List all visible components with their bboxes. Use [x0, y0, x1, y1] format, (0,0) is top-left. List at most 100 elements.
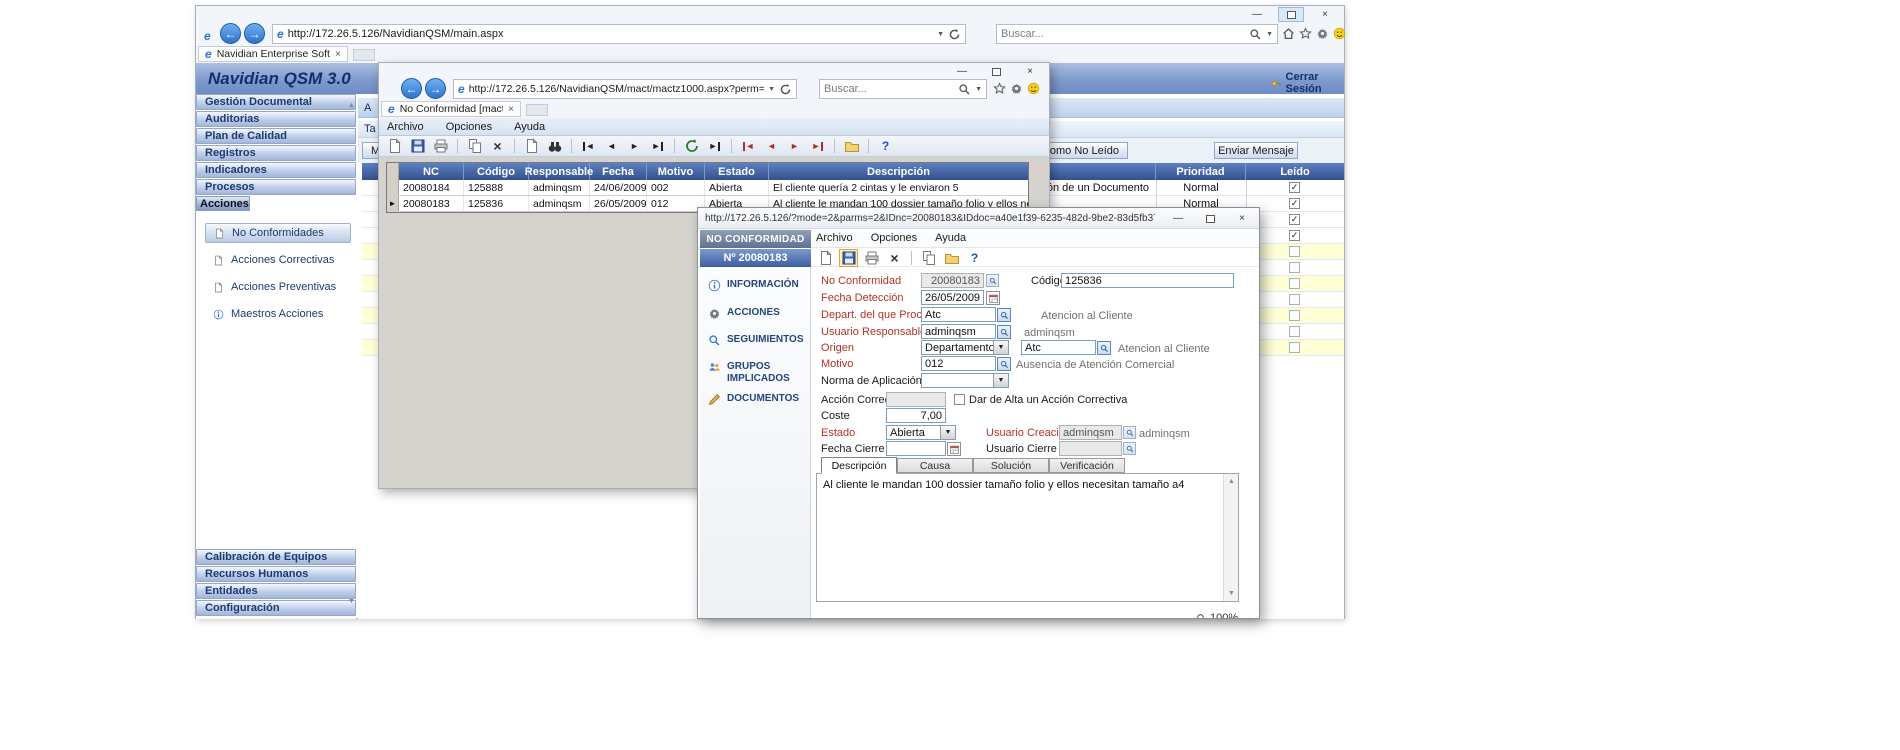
menu-opciones[interactable]: Opciones	[446, 121, 492, 133]
save-button[interactable]	[839, 249, 858, 267]
dropdown-icon[interactable]: ▼	[993, 374, 1008, 387]
textarea-scrollbar[interactable]: ▲ ▼	[1223, 474, 1238, 601]
find-button[interactable]	[545, 137, 564, 155]
menu-ayuda[interactable]: Ayuda	[514, 121, 545, 133]
user-lookup-icon[interactable]	[1123, 442, 1136, 455]
tab-verificacion[interactable]: Verificación	[1049, 458, 1125, 473]
logout-button[interactable]: Cerrar Sesión	[1271, 71, 1344, 95]
refresh-button[interactable]	[682, 137, 701, 155]
column-leido[interactable]: Leído	[1246, 163, 1344, 180]
menu-opciones[interactable]: Opciones	[871, 232, 917, 244]
user-lookup-icon[interactable]	[1123, 426, 1136, 439]
minimize-button[interactable]: —	[1244, 7, 1270, 22]
accion-correctiva-field[interactable]	[886, 392, 946, 407]
new-tab-button[interactable]	[526, 104, 548, 116]
sidebar-item-gestion-documental[interactable]: Gestión Documental	[196, 94, 356, 110]
search-icon[interactable]	[958, 83, 971, 96]
browser-tab[interactable]: e Navidian Enterprise Softwar... ×	[198, 46, 348, 62]
nav-item-acciones[interactable]: ACCIONES	[708, 307, 801, 320]
coste-field[interactable]: 7,00	[886, 408, 946, 423]
calendar-icon[interactable]	[947, 442, 961, 456]
url-dropdown-icon[interactable]: ▼	[768, 86, 775, 93]
tab-solucion[interactable]: Solución	[973, 458, 1049, 473]
sidebar-item-indicadores[interactable]: Indicadores	[196, 162, 356, 178]
feedback-smiley-icon[interactable]	[1027, 82, 1040, 95]
nav-item-informacion[interactable]: INFORMACIÓN	[708, 279, 801, 292]
scroll-up-icon[interactable]: ▲	[1224, 474, 1239, 489]
read-checkbox[interactable]: ✓	[1289, 182, 1300, 193]
no-conformidad-field[interactable]: 20080183	[921, 273, 984, 288]
alta-accion-checkbox[interactable]	[954, 394, 965, 405]
feedback-smiley-icon[interactable]	[1333, 27, 1346, 40]
prev-record-button[interactable]: ◄	[602, 137, 621, 155]
forward-button[interactable]: →	[244, 23, 265, 44]
sidebar-subitem-acciones-preventivas[interactable]: Acciones Preventivas	[205, 277, 351, 297]
print-button[interactable]	[431, 137, 450, 155]
sidebar-item-calibracion[interactable]: Calibración de Equipos	[196, 549, 356, 565]
nav-item-documentos[interactable]: DOCUMENTOS	[708, 393, 801, 406]
url-dropdown-icon[interactable]: ▼	[937, 31, 944, 38]
read-checkbox[interactable]: ✓	[1289, 230, 1300, 241]
delete-button[interactable]: ×	[885, 249, 904, 267]
search-box[interactable]: Buscar... ▼	[996, 24, 1278, 44]
search-dropdown-icon[interactable]: ▼	[1266, 31, 1273, 38]
record-lookup-icon[interactable]	[986, 274, 999, 287]
codigo-field[interactable]: 125836	[1061, 273, 1234, 288]
origen-value-field[interactable]: Atc	[1021, 340, 1096, 355]
column-codigo[interactable]: Código	[464, 163, 529, 180]
last-page-button[interactable]: ►	[808, 137, 827, 155]
scroll-up-icon[interactable]: ▲	[348, 102, 355, 109]
find-next-button[interactable]: ►	[705, 137, 724, 155]
address-bar[interactable]: e http://172.26.5.126/NavidianQSM/main.a…	[272, 24, 966, 44]
favorites-star-icon[interactable]	[1299, 27, 1312, 40]
new-button[interactable]	[385, 137, 404, 155]
column-motivo[interactable]: Motivo	[647, 163, 705, 180]
tab-close-icon[interactable]: ×	[335, 49, 341, 60]
refresh-icon[interactable]	[779, 83, 792, 96]
read-checkbox[interactable]	[1289, 278, 1300, 289]
dropdown-icon[interactable]: ▼	[993, 341, 1008, 354]
tab-causa[interactable]: Causa	[897, 458, 973, 473]
column-fecha[interactable]: Fecha	[590, 163, 647, 180]
menu-archivo[interactable]: Archivo	[816, 232, 853, 244]
read-checkbox[interactable]: ✓	[1289, 214, 1300, 225]
sidebar-item-acciones[interactable]: Acciones	[196, 196, 250, 211]
read-checkbox[interactable]	[1289, 246, 1300, 257]
tab-close-icon[interactable]: ×	[508, 104, 514, 115]
export-button[interactable]	[919, 249, 938, 267]
next-record-button[interactable]: ►	[625, 137, 644, 155]
sidebar-item-procesos[interactable]: Procesos	[196, 179, 356, 195]
dropdown-icon[interactable]: ▼	[940, 426, 955, 439]
read-checkbox[interactable]	[1289, 294, 1300, 305]
calendar-icon[interactable]	[986, 291, 1000, 305]
address-bar[interactable]: e http://172.26.5.126/NavidianQSM/mact/m…	[453, 79, 797, 99]
sidebar-item-configuracion[interactable]: Configuración	[196, 600, 356, 616]
last-record-button[interactable]: ►	[648, 137, 667, 155]
save-button[interactable]	[408, 137, 427, 155]
sidebar-item-plan-de-calidad[interactable]: Plan de Calidad	[196, 128, 356, 144]
minimize-button[interactable]: —	[949, 64, 975, 79]
read-checkbox[interactable]	[1289, 342, 1300, 353]
close-button[interactable]: ×	[1017, 64, 1043, 79]
column-estado[interactable]: Estado	[705, 163, 769, 180]
sidebar-subitem-no-conformidades[interactable]: No Conformidades	[205, 223, 351, 243]
copy-button[interactable]	[465, 137, 484, 155]
close-button[interactable]: ×	[1312, 7, 1338, 22]
send-message-button[interactable]: Enviar Mensaje	[1214, 142, 1298, 159]
column-responsable[interactable]: Responsable	[529, 163, 590, 180]
print-button[interactable]	[862, 249, 881, 267]
lookup-icon[interactable]	[997, 308, 1011, 322]
nav-item-seguimientos[interactable]: SEGUIMIENTOS	[708, 334, 801, 347]
sidebar-item-registros[interactable]: Registros	[196, 145, 356, 161]
menu-ayuda[interactable]: Ayuda	[935, 232, 966, 244]
scroll-down-icon[interactable]: ▼	[348, 598, 355, 605]
usuario-responsable-field[interactable]: adminqsm	[921, 324, 996, 339]
restore-button[interactable]	[983, 64, 1009, 79]
search-icon[interactable]	[1249, 28, 1262, 41]
usuario-cierre-field[interactable]	[1059, 441, 1122, 456]
lookup-icon[interactable]	[1097, 341, 1111, 355]
fecha-cierre-field[interactable]	[886, 441, 946, 456]
sidebar-item-auditorias[interactable]: Auditorias	[196, 111, 356, 127]
back-button[interactable]: ←	[220, 23, 241, 44]
close-button[interactable]: ×	[1229, 211, 1255, 226]
